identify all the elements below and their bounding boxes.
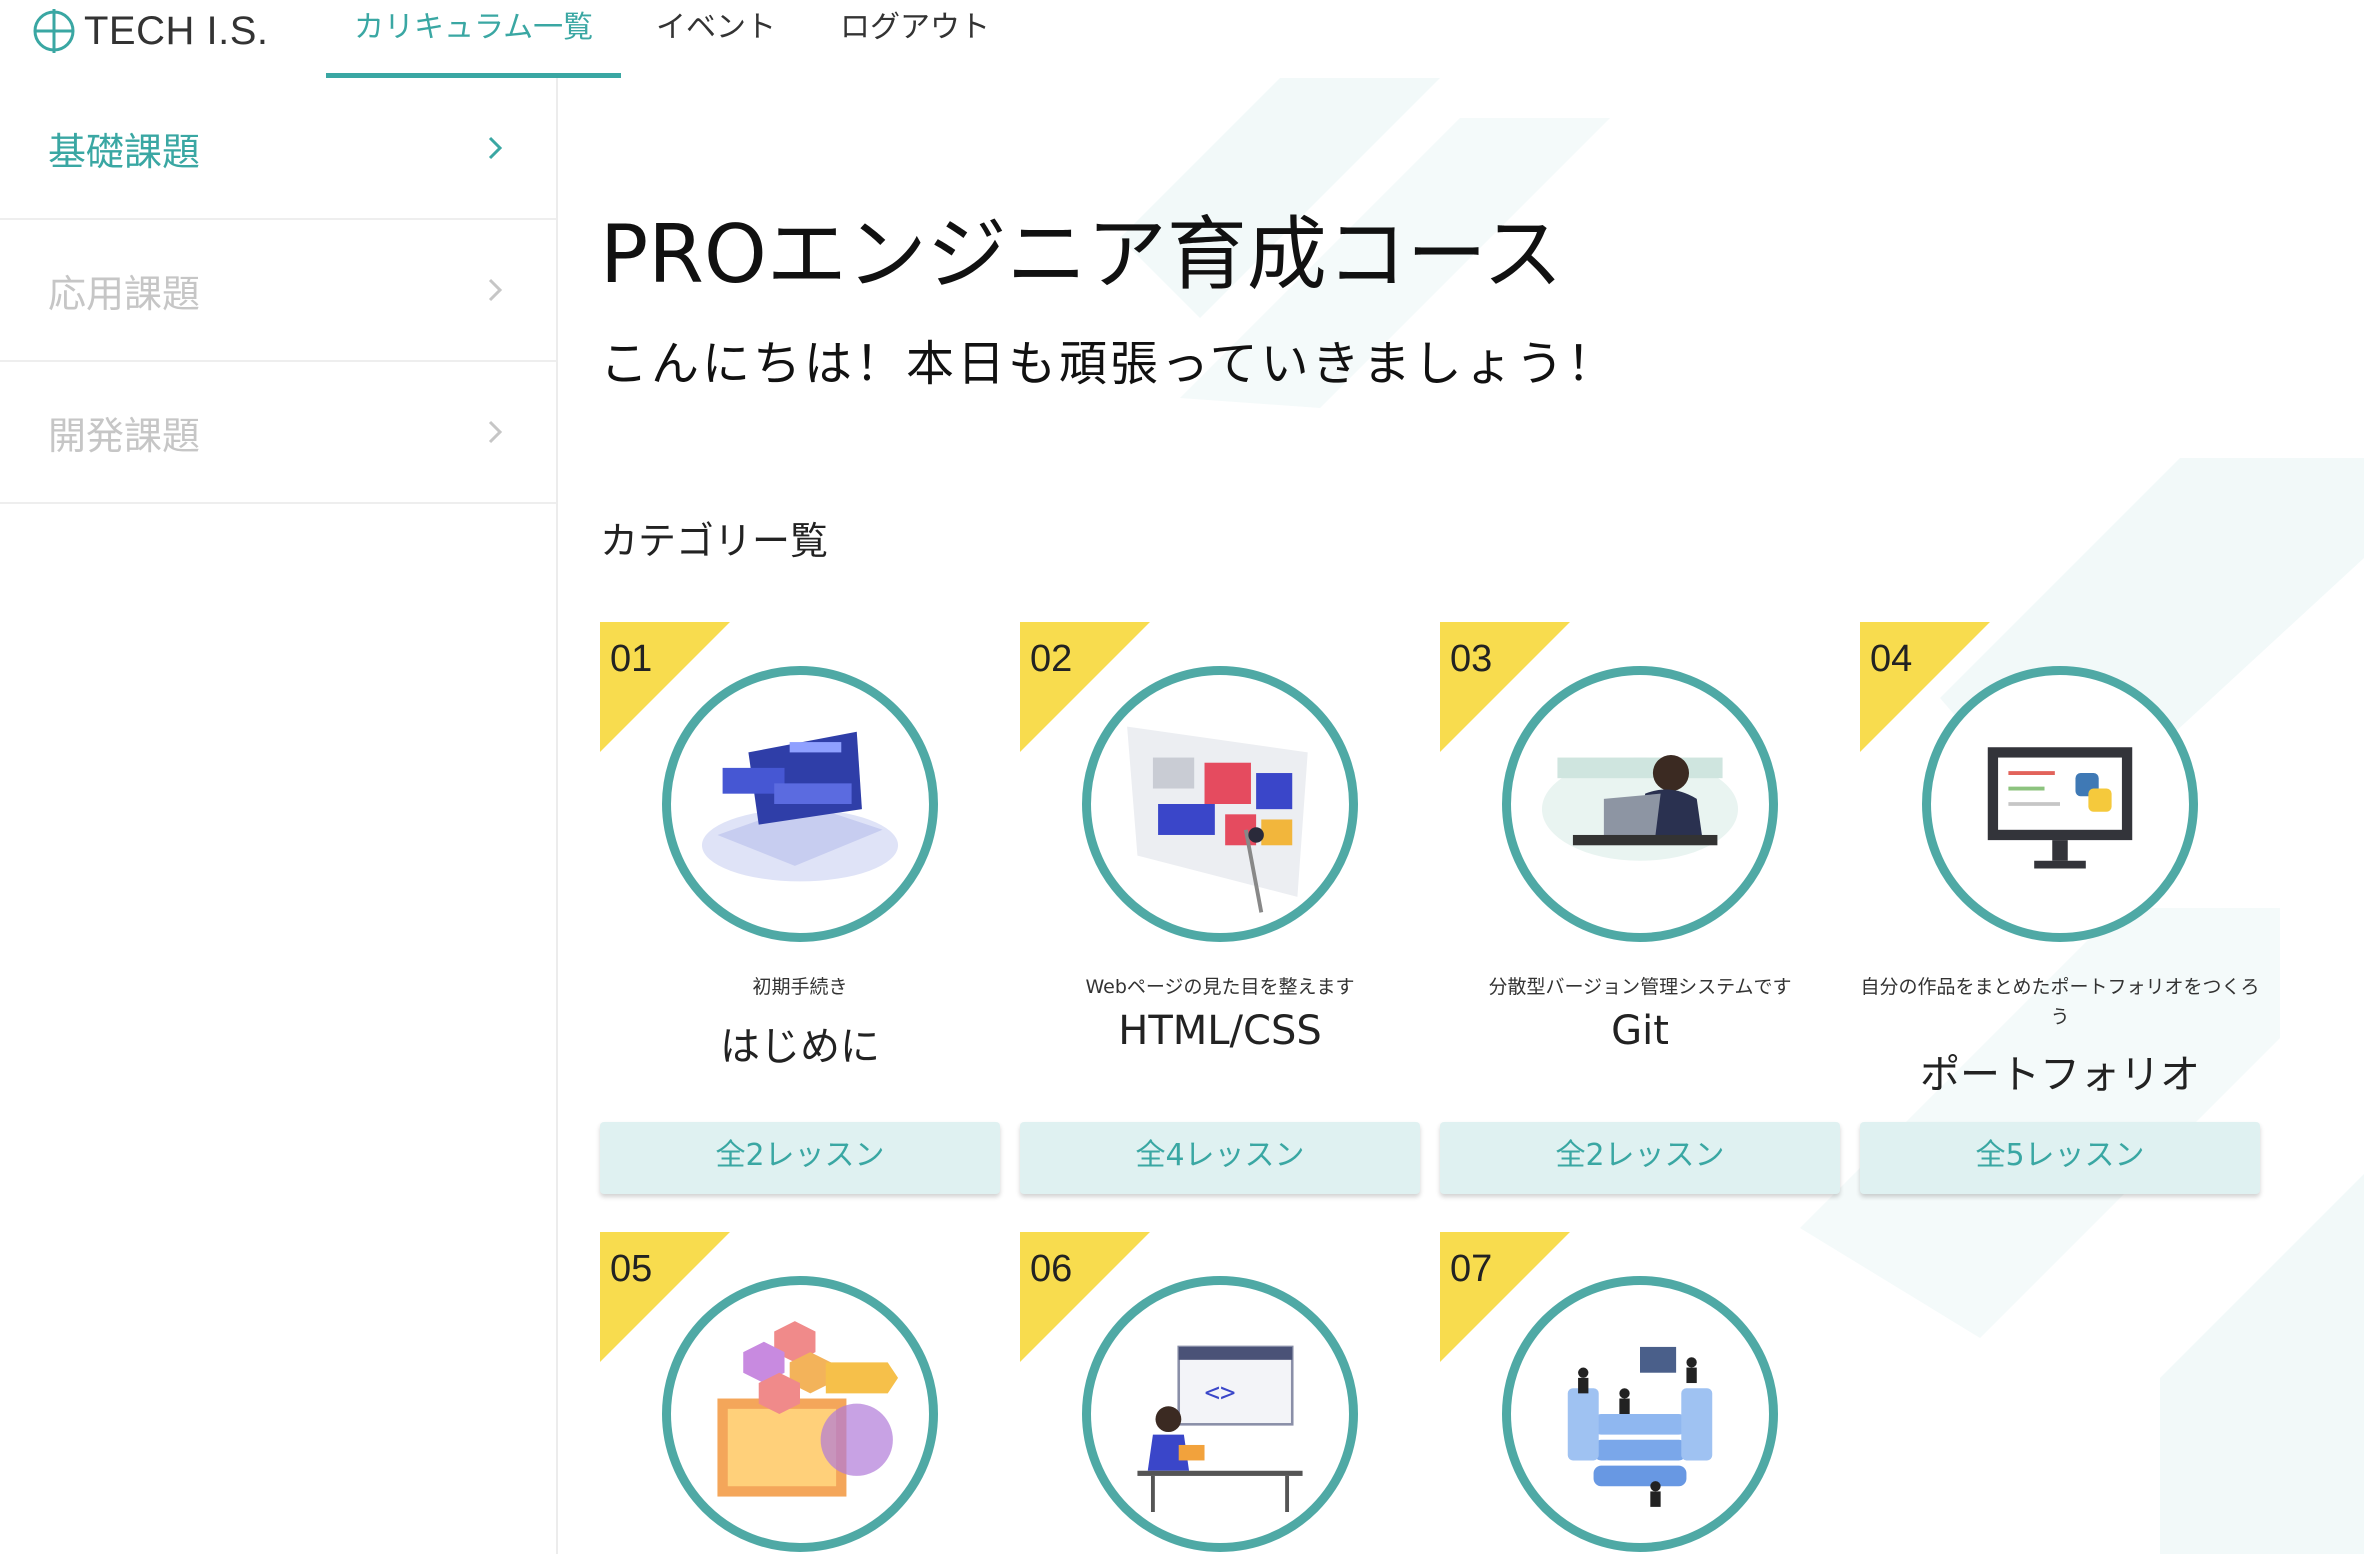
card-number: 07 bbox=[1450, 1248, 1493, 1290]
sidebar-item-applied[interactable]: 応用課題 bbox=[0, 220, 556, 362]
card-title: はじめに bbox=[720, 1024, 880, 1070]
sidebar-item-label: 基礎課題 bbox=[48, 129, 201, 174]
card-description: 自分の作品をまとめたポートフォリオをつくろう bbox=[1860, 976, 2260, 1028]
greeting-text: こんにちは！本日も頑張っていきましょう！ bbox=[600, 336, 1618, 392]
laptop-code-icon bbox=[662, 666, 938, 942]
python-monitor-icon bbox=[1922, 666, 2198, 942]
desk-coding-icon: <> bbox=[1082, 1276, 1358, 1552]
hexagon-dev-icon bbox=[662, 1276, 938, 1552]
sidebar-item-label: 応用課題 bbox=[48, 271, 201, 316]
chevron-right-icon bbox=[488, 420, 503, 444]
card-number: 01 bbox=[610, 638, 653, 680]
tab-curriculum[interactable]: カリキュラム一覧 bbox=[326, 0, 622, 78]
chevron-right-icon bbox=[488, 278, 503, 302]
server-team-icon bbox=[1502, 1276, 1778, 1552]
sidebar: 基礎課題 応用課題 開発課題 bbox=[0, 78, 558, 1554]
page-title: PROエンジニア育成コース bbox=[600, 208, 1563, 301]
lesson-count-button[interactable]: 全2レッスン bbox=[600, 1122, 1000, 1194]
card-number: 03 bbox=[1450, 638, 1493, 680]
card-number: 04 bbox=[1870, 638, 1913, 680]
card-number: 05 bbox=[610, 1248, 653, 1290]
svg-text:<>: <> bbox=[1205, 1378, 1236, 1408]
brand-logo[interactable]: TECH I.S. bbox=[32, 6, 269, 56]
web-layout-icon bbox=[1082, 666, 1358, 942]
globe-logo-icon bbox=[33, 9, 75, 53]
card-title: ポートフォリオ bbox=[1920, 1052, 2200, 1098]
sidebar-item-development[interactable]: 開発課題 bbox=[0, 362, 556, 504]
card-description: 初期手続き bbox=[752, 976, 848, 998]
top-header: TECH I.S. カリキュラム一覧 イベント ログアウト bbox=[0, 0, 2364, 78]
card-title: HTML/CSS bbox=[1118, 1008, 1322, 1054]
card-description: Webページの見た目を整えます bbox=[1085, 976, 1355, 998]
main-content: PROエンジニア育成コース こんにちは！本日も頑張っていきましょう！ カテゴリー… bbox=[560, 78, 2364, 1554]
card-number: 02 bbox=[1030, 638, 1073, 680]
lesson-count-button[interactable]: 全2レッスン bbox=[1440, 1122, 1840, 1194]
card-title: Git bbox=[1611, 1008, 1669, 1054]
lesson-count-button[interactable]: 全4レッスン bbox=[1020, 1122, 1420, 1194]
brand-name: TECH I.S. bbox=[84, 8, 269, 53]
person-laptop-icon bbox=[1502, 666, 1778, 942]
sidebar-item-basic[interactable]: 基礎課題 bbox=[0, 78, 556, 220]
tab-logout[interactable]: ログアウト bbox=[812, 0, 1018, 78]
chevron-right-icon bbox=[488, 136, 503, 160]
sidebar-item-label: 開発課題 bbox=[48, 413, 201, 458]
card-description: 分散型バージョン管理システムです bbox=[1488, 976, 1792, 998]
lesson-count-button[interactable]: 全5レッスン bbox=[1860, 1122, 2260, 1194]
tab-events[interactable]: イベント bbox=[628, 0, 804, 78]
category-section-title: カテゴリー覧 bbox=[600, 519, 829, 563]
card-number: 06 bbox=[1030, 1248, 1073, 1290]
